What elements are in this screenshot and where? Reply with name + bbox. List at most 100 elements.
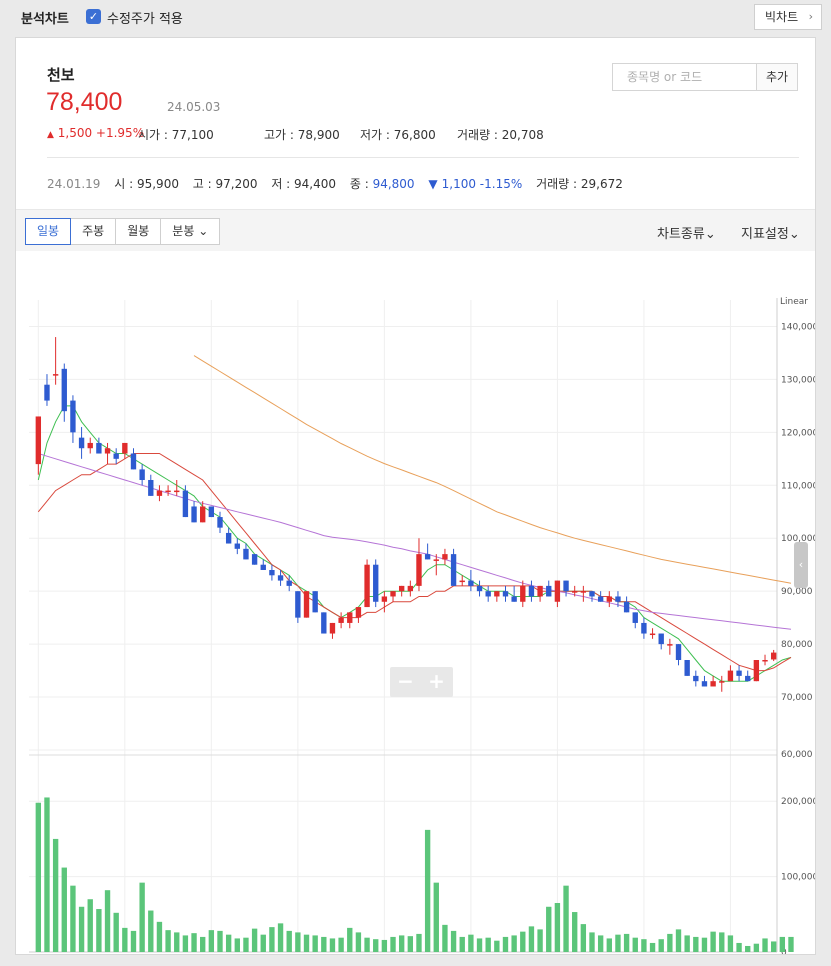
candle [390, 591, 396, 602]
stock-chart[interactable]: Linear 70,000 80,000 90,000 100,000 110,000 12… [16, 252, 815, 954]
up-arrow-icon: ▲ [47, 130, 54, 140]
candle [70, 395, 76, 443]
volume-bar [701, 937, 708, 952]
candle [407, 580, 414, 597]
page-title: 분석차트 [21, 12, 69, 27]
previous-high: 고 : 97,200 [192, 177, 258, 191]
volume-bar [649, 942, 656, 952]
candle [667, 638, 673, 655]
candle-body [347, 612, 353, 623]
previous-open: 시 : 95,900 [114, 177, 179, 191]
volume-bar [788, 936, 794, 952]
candle-body [667, 644, 673, 646]
volume-bar [96, 909, 102, 952]
volume-bar [589, 932, 595, 952]
candle [745, 670, 751, 682]
candle-body [520, 585, 526, 602]
candle [312, 591, 318, 613]
zoom-controls: − + [390, 667, 453, 697]
scale-label: Linear [780, 297, 808, 307]
candle-body [44, 384, 50, 401]
bigchart-label: 빅차트 [765, 10, 799, 24]
volume-bar [537, 929, 543, 952]
volume-bar [191, 933, 197, 952]
stock-name: 천보 [47, 66, 75, 84]
volume-bar [572, 912, 578, 952]
candle-body [113, 453, 119, 459]
down-arrow-icon: ▼ [428, 177, 438, 191]
add-stock-button[interactable]: 추가 [756, 64, 797, 90]
candle-body [511, 596, 517, 602]
candle-body [459, 580, 465, 583]
volume-bar [416, 933, 422, 952]
volume-bar [104, 890, 111, 952]
volume-bar [476, 938, 483, 952]
candle [251, 554, 258, 565]
candle [321, 612, 327, 634]
candle-body [762, 660, 768, 662]
volume-bar [442, 924, 448, 952]
candle-body [502, 591, 509, 597]
candle [442, 548, 448, 565]
volume-bar [35, 802, 42, 952]
volume-bar [433, 882, 439, 952]
adjusted-price-label[interactable]: 수정주가 적용 [107, 8, 183, 27]
previous-low: 저 : 94,400 [271, 177, 337, 191]
volume-bar [165, 930, 171, 952]
tab-monthly[interactable]: 월봉 [115, 218, 162, 245]
volume-bar [580, 924, 587, 952]
volume-bar [684, 935, 690, 952]
volume-bar [770, 941, 777, 952]
chart-toolbar: 일봉 주봉 월봉 분봉 ⌄ 차트종류⌄ 지표설정⌄ [16, 209, 815, 251]
candle [485, 585, 491, 602]
candle [701, 675, 708, 687]
candle [580, 585, 587, 602]
zoom-in-button[interactable]: + [421, 667, 452, 697]
volume-bar [485, 937, 491, 952]
bigchart-button[interactable]: 빅차트 › [754, 4, 822, 30]
candle [623, 596, 630, 613]
volume-bar [208, 930, 215, 952]
candle-body [35, 416, 42, 465]
candle [373, 559, 379, 608]
candle [632, 612, 638, 629]
previous-close-label: 종 : [349, 177, 373, 191]
volume-bar [355, 932, 362, 952]
candle-body [753, 660, 760, 682]
volume-bar [762, 938, 768, 952]
candle [511, 585, 517, 602]
tab-daily[interactable]: 일봉 [25, 218, 72, 245]
volume-bar [554, 903, 561, 952]
candle-body [494, 591, 500, 597]
side-panel-handle[interactable]: ‹ [794, 542, 808, 588]
candle-body [338, 617, 344, 623]
candle-body [260, 564, 266, 570]
stock-search-input[interactable] [613, 64, 757, 90]
tab-weekly[interactable]: 주봉 [70, 218, 117, 245]
tab-minute[interactable]: 분봉 ⌄ [160, 218, 221, 245]
adjusted-price-checkbox[interactable]: ✓ [86, 9, 101, 24]
period-tabs: 일봉 주봉 월봉 분봉 ⌄ [25, 218, 221, 245]
chart-type-dropdown[interactable]: 차트종류⌄ [657, 223, 716, 242]
candle [130, 448, 137, 470]
candle-body [295, 591, 301, 618]
candle [675, 644, 682, 666]
zoom-out-button[interactable]: − [390, 667, 421, 697]
volume-bar [260, 934, 266, 952]
candle [476, 580, 483, 597]
volume-bar [148, 910, 154, 952]
volume-bar [528, 926, 535, 952]
volume-bar [658, 939, 664, 952]
candle-body [156, 490, 163, 496]
candle [61, 363, 67, 422]
candle-body [615, 596, 621, 602]
candle [770, 649, 777, 662]
volume-bar [736, 942, 742, 952]
candle-body [580, 591, 587, 593]
candle-body [381, 596, 388, 602]
candle [753, 660, 760, 682]
candle-body [433, 559, 439, 561]
volume-bar [623, 933, 630, 952]
volume-bar [139, 882, 145, 952]
indicator-settings-dropdown[interactable]: 지표설정⌄ [741, 223, 800, 242]
